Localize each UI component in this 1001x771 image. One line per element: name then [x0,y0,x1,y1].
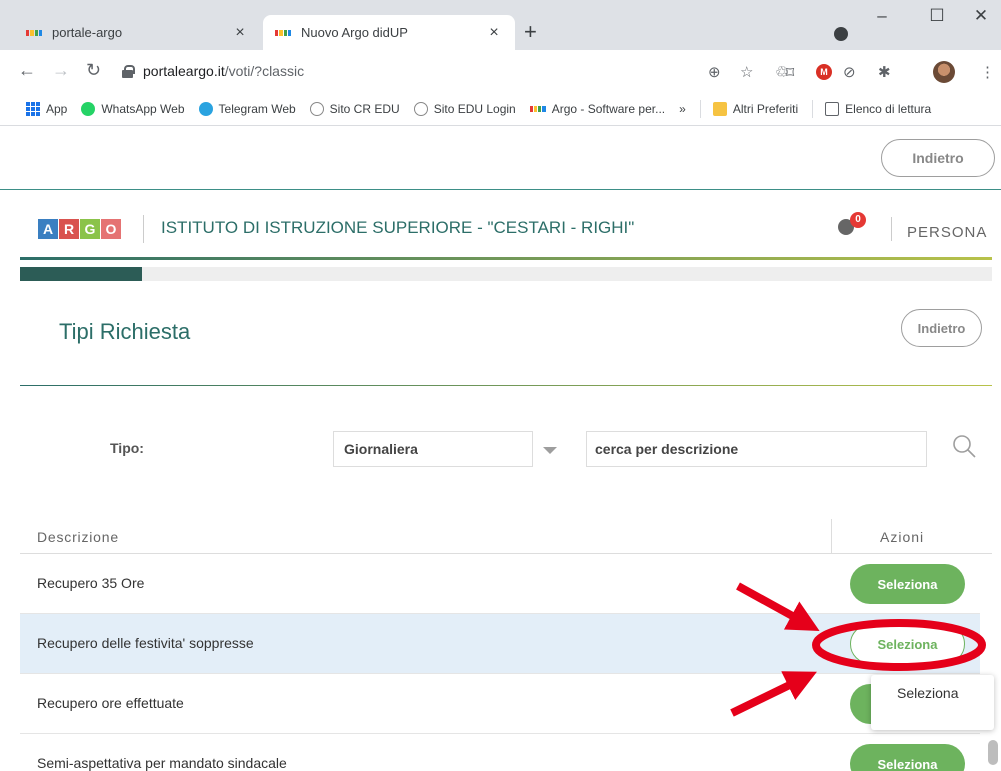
folder-icon [712,101,727,116]
bookmark-label: Telegram Web [218,101,296,116]
chevron-down-icon[interactable] [543,447,557,454]
window-close-button[interactable]: ✕ [961,6,1001,26]
bookmark-sito-cr-edu[interactable]: Sito CR EDU [309,101,400,116]
row-description: Recupero delle festivita' soppresse [37,635,254,651]
row-description: Semi-aspettativa per mandato sindacale [37,755,287,771]
title-divider [20,385,992,386]
column-header-description: Descrizione [37,529,119,545]
reload-icon[interactable]: ↻ [86,60,101,81]
select-button[interactable]: Seleziona [850,564,965,604]
persona-label[interactable]: PERSONA [907,224,987,241]
bookmark-app[interactable]: App [26,101,68,116]
bookmark-separator [812,99,814,118]
zoom-icon[interactable]: ⊕ [708,63,721,81]
bookmark-label: App [46,101,68,116]
bookmarks-bar: App WhatsApp Web Telegram Web Sito CR ED… [0,92,1001,126]
bookmark-label: Elenco di lettura [845,101,932,116]
close-icon[interactable]: × [485,24,503,42]
progress-bar [20,267,992,281]
site-icon [413,101,428,116]
menu-dots-icon[interactable]: ⋮ [980,63,995,81]
argo-logo: A R G O [38,219,121,239]
bookmark-label: Altri Preferiti [732,101,799,116]
school-name: ISTITUTO DI ISTRUZIONE SUPERIORE - "CEST… [161,218,635,237]
bookmark-label: Sito EDU Login [433,101,516,116]
logo-letter: A [38,219,58,239]
bookmark-altri-preferiti[interactable]: Altri Preferiti [712,101,799,116]
tooltip: Seleziona [871,675,994,730]
forward-arrow-icon[interactable]: → [52,60,70,81]
tab-title: Nuovo Argo didUP [301,25,408,40]
tab-portale-argo[interactable]: portale-argo × [14,15,261,50]
scrollbar-thumb[interactable] [988,740,998,765]
argo-favicon-icon [529,105,546,112]
new-tab-button[interactable]: + [524,19,537,45]
tab-title: portale-argo [52,25,123,40]
bookmark-argo-software[interactable]: Argo - Software per... [529,101,666,116]
puzzle-icon[interactable]: ✱ [878,63,891,81]
tipo-label: Tipo: [110,440,144,456]
logo-letter: O [101,219,121,239]
header-back-button[interactable]: Indietro [881,139,995,177]
bookmark-telegram[interactable]: Telegram Web [198,101,296,116]
progress-fill [20,267,142,281]
mail-extension-icon[interactable]: M [816,64,832,80]
page-header: Indietro [0,127,1001,190]
apps-grid-icon [26,101,40,116]
select-button[interactable]: Seleziona [850,624,965,664]
tipo-select[interactable]: Giornaliera [333,431,533,467]
back-button[interactable]: Indietro [901,309,982,347]
tab-nuovo-argo-didup[interactable]: Nuovo Argo didUP × [263,15,515,50]
table-row: Recupero 35 Ore Seleziona [20,554,980,614]
url-host: portaleargo.it [143,63,225,79]
notification-badge: 0 [850,212,866,228]
table-row: Recupero ore effettuate Seleziona [20,674,980,734]
accent-divider [20,257,992,260]
address-bar[interactable]: portaleargo.it /voti/?classic [122,56,762,86]
reading-list-icon [825,101,840,116]
maximize-button[interactable]: ☐ [917,6,957,26]
browser-toolbar: ← → ↻ portaleargo.it /voti/?classic ⊕ ☆ … [0,50,1001,92]
column-divider [831,519,832,554]
minimize-button[interactable]: – [862,6,902,26]
browser-tab-strip: portale-argo × Nuovo Argo didUP × + – ☐ … [0,0,1001,50]
argo-favicon-icon [26,29,42,36]
search-icon[interactable] [952,434,976,458]
bookmarks-overflow[interactable]: » [679,102,686,116]
divider [891,217,892,241]
bookmark-label: Argo - Software per... [551,101,666,116]
block-extension-icon[interactable]: ⊘ [843,63,856,81]
close-icon[interactable]: × [231,24,249,42]
avatar[interactable] [933,61,955,83]
table-row: Recupero delle festivita' soppresse Sele… [20,614,980,674]
table-row: Semi-aspettativa per mandato sindacale S… [20,734,980,771]
divider [143,215,144,243]
argo-favicon-icon [275,29,291,36]
logo-letter: G [80,219,100,239]
lock-icon [122,64,135,78]
select-button[interactable]: Seleziona [850,744,965,771]
bookmark-separator [699,99,701,118]
bookmark-whatsapp[interactable]: WhatsApp Web [81,101,185,116]
url-path: /voti/?classic [224,63,305,79]
bookmark-label: WhatsApp Web [101,101,185,116]
row-description: Recupero 35 Ore [37,575,145,591]
page-title: Tipi Richiesta [59,319,191,344]
column-header-actions: Azioni [880,529,925,545]
whatsapp-icon [81,101,96,116]
logo-letter: R [59,219,79,239]
row-description: Recupero ore effettuate [37,695,184,711]
bookmark-elenco-lettura[interactable]: Elenco di lettura [825,101,932,116]
chevron-double-icon: » [679,101,686,116]
star-icon[interactable]: ☆ [740,63,753,81]
bookmark-label: Sito CR EDU [329,101,400,116]
telegram-icon [198,101,213,116]
site-icon [309,101,324,116]
brand-row: A R G O ISTITUTO DI ISTRUZIONE SUPERIORE… [0,191,1001,256]
screenshot-extension-icon[interactable]: ⌑ [786,63,794,83]
profile-icon[interactable] [834,27,848,41]
back-arrow-icon[interactable]: ← [18,60,36,81]
search-input[interactable] [586,431,927,467]
bookmark-sito-edu-login[interactable]: Sito EDU Login [413,101,516,116]
